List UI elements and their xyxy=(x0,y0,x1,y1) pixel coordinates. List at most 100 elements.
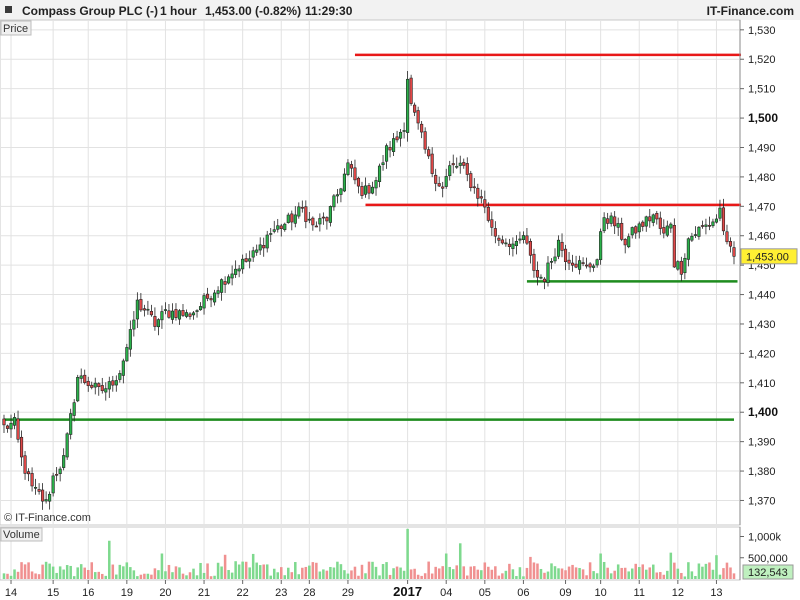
candle-body xyxy=(160,311,164,321)
candle-body xyxy=(202,295,206,309)
volume-bar xyxy=(641,564,645,579)
volume-bar xyxy=(20,562,23,579)
volume-bar xyxy=(153,568,157,579)
candle-body xyxy=(592,265,596,268)
candle-body xyxy=(167,310,171,318)
candle-body xyxy=(732,247,736,257)
volume-bar xyxy=(290,572,294,579)
candle-body xyxy=(97,383,101,388)
candle-body xyxy=(560,241,564,251)
volume-tick-label: 500,000 xyxy=(748,553,788,565)
candle-body xyxy=(44,499,48,502)
volume-bar xyxy=(171,572,174,579)
x-axis: 14 15 16 19 20 21 22 23 28 29 2017 04 05 06 09 10 11 12 13 xyxy=(5,580,723,599)
candle-body xyxy=(332,195,336,208)
volume-bar xyxy=(27,562,30,579)
candle-body xyxy=(339,188,343,195)
volume-bar xyxy=(258,565,262,579)
candle-body xyxy=(641,221,645,227)
volume-bar xyxy=(676,568,680,579)
candle-body xyxy=(409,77,413,104)
x-tick-label: 11 xyxy=(634,587,645,599)
x-tick-label: 20 xyxy=(159,587,171,599)
candle-body xyxy=(518,238,522,241)
candle-body xyxy=(198,306,203,311)
volume-bar xyxy=(136,576,139,579)
volume-bar xyxy=(97,571,101,579)
volume-bar xyxy=(318,571,322,579)
candle-body xyxy=(662,227,666,234)
candle-body xyxy=(69,413,73,435)
volume-bar xyxy=(553,566,557,579)
candle-body xyxy=(83,374,87,383)
candle-body xyxy=(9,422,13,430)
candle-body xyxy=(325,217,329,222)
volume-bar xyxy=(37,574,41,579)
candle-body xyxy=(55,473,59,476)
candle-body xyxy=(346,162,350,175)
y-tick-label: 1,510 xyxy=(748,84,776,96)
volume-bar xyxy=(458,543,462,579)
candle-body xyxy=(437,183,441,187)
candle-body xyxy=(535,270,540,278)
candle-body xyxy=(58,468,62,474)
candle-body xyxy=(690,235,694,241)
volume-bar xyxy=(385,562,388,579)
volume-bar xyxy=(437,568,441,579)
candle-body xyxy=(65,433,69,458)
x-tick-label: 19 xyxy=(121,587,133,599)
x-tick-label: 04 xyxy=(440,587,452,599)
candle-body xyxy=(693,234,697,236)
candle-body xyxy=(318,218,322,225)
candle-body xyxy=(335,194,339,197)
candle-body xyxy=(41,489,45,502)
volume-bar xyxy=(543,572,546,579)
volume-bar xyxy=(585,575,588,579)
volume-bar xyxy=(346,573,350,579)
last-volume-badge: 132,543 xyxy=(742,564,794,580)
volume-bar xyxy=(487,566,490,579)
candle-body xyxy=(293,214,297,224)
volume-bar xyxy=(420,575,423,579)
volume-bar xyxy=(262,564,265,579)
volume-bar xyxy=(167,564,171,579)
volume-bar xyxy=(409,569,413,579)
volume-bar xyxy=(662,574,666,579)
candle-body xyxy=(374,180,378,189)
volume-bar xyxy=(65,565,69,579)
volume-bar xyxy=(343,570,346,579)
volume-bar xyxy=(269,575,272,579)
candle-body xyxy=(623,238,627,246)
candle-body xyxy=(51,475,55,494)
candle-body xyxy=(328,206,332,223)
candle-body xyxy=(384,145,389,162)
volume-bar xyxy=(2,573,6,579)
candle-body xyxy=(504,242,508,245)
candle-body xyxy=(655,213,659,220)
candle-body xyxy=(283,223,287,230)
candle-body xyxy=(462,162,466,166)
candle-body xyxy=(697,226,701,237)
candle-body xyxy=(223,281,227,285)
volume-bar xyxy=(423,573,427,579)
volume-bar xyxy=(150,574,153,579)
candle-body xyxy=(507,243,511,247)
candle-body xyxy=(146,308,150,311)
volume-bar xyxy=(202,572,206,579)
y-tick-label: 1,480 xyxy=(748,172,776,184)
volume-bar xyxy=(220,566,223,579)
volume-bar xyxy=(72,576,76,579)
y-tick-label: 1,400 xyxy=(748,405,778,419)
volume-bar xyxy=(518,567,522,579)
candle-body xyxy=(451,163,455,166)
candle-body xyxy=(413,104,417,113)
volume-bar xyxy=(178,567,181,579)
volume-bar xyxy=(160,553,164,579)
volume-bar xyxy=(536,563,539,579)
volume-bar xyxy=(157,570,160,579)
candle-body xyxy=(304,206,308,222)
candle-body xyxy=(244,258,248,262)
volume-bar xyxy=(637,567,641,579)
volume-bar xyxy=(666,570,669,579)
candle-body xyxy=(465,163,469,175)
